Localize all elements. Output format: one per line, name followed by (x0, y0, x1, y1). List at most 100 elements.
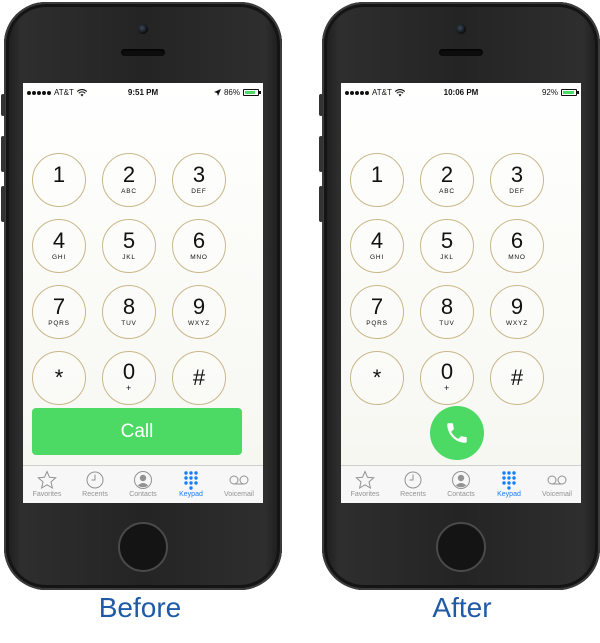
key-letters: WXYZ (188, 320, 210, 327)
key-digit: 5 (122, 228, 136, 253)
key-letters: JKL (440, 254, 454, 261)
home-button (118, 522, 168, 572)
home-button (436, 522, 486, 572)
voicemail-icon (215, 470, 263, 490)
key-9[interactable]: 9 WXYZ (172, 285, 226, 339)
tab-label: Keypad (497, 491, 521, 498)
key-7[interactable]: 7 PQRS (32, 285, 86, 339)
key-asterisk[interactable]: * (350, 351, 404, 405)
battery-icon (243, 89, 261, 96)
phone-handset-icon (447, 423, 467, 443)
tab-voicemail[interactable]: Voicemail (215, 466, 263, 503)
key-digit: 6 (192, 228, 206, 253)
key-letters: ABC (121, 188, 137, 195)
key-letters: + (125, 383, 133, 393)
key-8[interactable]: 8 TUV (420, 285, 474, 339)
call-button[interactable]: Call (32, 408, 242, 455)
key-digit: 9 (192, 294, 206, 319)
tab-label: Favorites (32, 491, 62, 498)
key-digit: 4 (52, 228, 66, 253)
key-1[interactable]: 1 (350, 153, 404, 207)
key-letters: GHI (370, 254, 384, 261)
key-digit: 7 (52, 294, 66, 319)
voicemail-icon (533, 470, 581, 490)
key-4[interactable]: 4 GHI (350, 219, 404, 273)
tab-label: Voicemail (542, 491, 572, 498)
keypad-icon (167, 470, 215, 490)
phone-before: AT&T 9:51 PM 86% 1 2 ABC 3 DEF 4 GHI 5 JKL 6 MNO 7 P… (1, 2, 282, 590)
key-letters: MNO (508, 254, 526, 261)
key-pound[interactable]: # (172, 351, 226, 405)
key-0[interactable]: 0 + (102, 351, 156, 405)
volume-down-button (1, 186, 5, 222)
key-5[interactable]: 5 JKL (102, 219, 156, 273)
earpiece-speaker (121, 49, 165, 56)
key-1[interactable]: 1 (32, 153, 86, 207)
tab-keypad[interactable]: Keypad (485, 466, 533, 503)
star-icon (341, 470, 389, 490)
caption-before: Before (98, 592, 182, 623)
volume-up-button (1, 136, 5, 172)
key-8[interactable]: 8 TUV (102, 285, 156, 339)
key-asterisk[interactable]: * (32, 351, 86, 405)
battery-icon (561, 89, 579, 96)
tab-favorites[interactable]: Favorites (341, 466, 389, 503)
tab-recents[interactable]: Recents (389, 466, 437, 503)
clock-icon (71, 470, 119, 490)
volume-down-button (319, 186, 323, 222)
key-letters: DEF (191, 188, 207, 195)
key-2[interactable]: 2 ABC (420, 153, 474, 207)
key-digit: # (510, 365, 524, 390)
key-pound[interactable]: # (490, 351, 544, 405)
volume-up-button (319, 136, 323, 172)
key-letters: PQRS (366, 320, 388, 327)
tab-label: Contacts (447, 491, 475, 498)
key-7[interactable]: 7 PQRS (350, 285, 404, 339)
key-digit: 0 (440, 359, 454, 384)
key-letters: JKL (122, 254, 136, 261)
key-digit: 1 (52, 162, 66, 187)
tab-label: Recents (400, 491, 426, 498)
battery-percent: 92% (541, 88, 558, 97)
key-digit: 2 (122, 162, 136, 187)
key-digit: 7 (370, 294, 384, 319)
key-3[interactable]: 3 DEF (490, 153, 544, 207)
caption-after: After (432, 592, 492, 623)
tab-label: Contacts (129, 491, 157, 498)
key-6[interactable]: 6 MNO (172, 219, 226, 273)
key-digit: 6 (510, 228, 524, 253)
key-digit: * (372, 365, 382, 390)
tab-voicemail[interactable]: Voicemail (533, 466, 581, 503)
key-4[interactable]: 4 GHI (32, 219, 86, 273)
screen-after: AT&T 10:06 PM 92% 1 2 ABC 3 DEF 4 GHI 5 JKL 6 MNO 7… (341, 83, 581, 503)
status-bar: AT&T 9:51 PM 86% (23, 83, 263, 103)
key-letters: PQRS (48, 320, 70, 327)
key-0[interactable]: 0 + (420, 351, 474, 405)
key-3[interactable]: 3 DEF (172, 153, 226, 207)
tab-label: Voicemail (224, 491, 254, 498)
front-camera (456, 24, 466, 34)
tab-recents[interactable]: Recents (71, 466, 119, 503)
contact-icon (119, 470, 167, 490)
tab-contacts[interactable]: Contacts (437, 466, 485, 503)
key-digit: 3 (192, 162, 206, 187)
mute-switch (1, 94, 5, 116)
key-2[interactable]: 2 ABC (102, 153, 156, 207)
location-arrow-icon (213, 89, 221, 96)
status-bar: AT&T 10:06 PM 92% (341, 83, 581, 103)
key-6[interactable]: 6 MNO (490, 219, 544, 273)
key-5[interactable]: 5 JKL (420, 219, 474, 273)
clock-icon (389, 470, 437, 490)
tab-favorites[interactable]: Favorites (23, 466, 71, 503)
tab-bar: Favorites Recents Contacts Keypad Voicemail (23, 465, 263, 503)
star-icon (23, 470, 71, 490)
front-camera (138, 24, 148, 34)
tab-keypad[interactable]: Keypad (167, 466, 215, 503)
key-letters: TUV (121, 320, 137, 327)
tab-contacts[interactable]: Contacts (119, 466, 167, 503)
key-digit: 1 (370, 162, 384, 187)
key-9[interactable]: 9 WXYZ (490, 285, 544, 339)
call-button[interactable] (430, 406, 484, 460)
key-digit: 3 (510, 162, 524, 187)
key-letters: TUV (439, 320, 455, 327)
